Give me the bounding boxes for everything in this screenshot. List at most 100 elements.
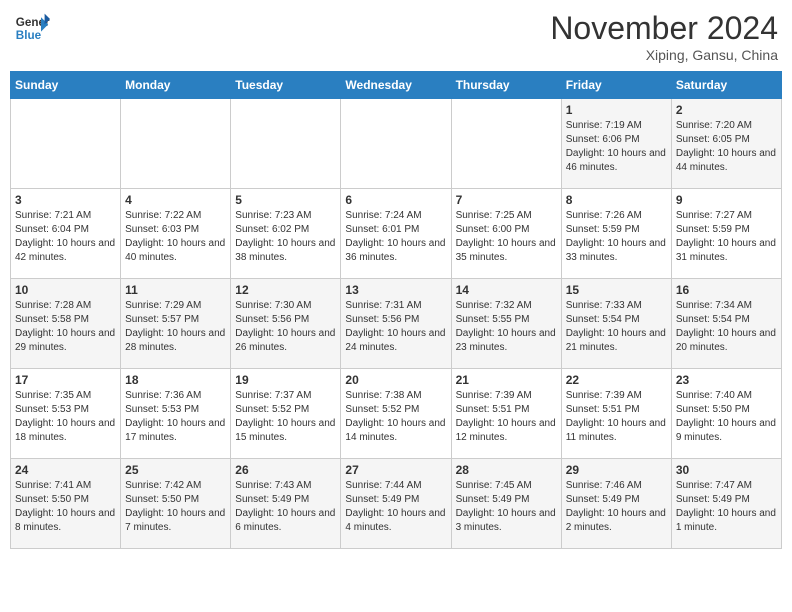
calendar-cell: 19Sunrise: 7:37 AM Sunset: 5:52 PM Dayli…	[231, 369, 341, 459]
calendar-cell: 5 Sunrise: 7:23 AM Sunset: 6:02 PM Daylig…	[231, 189, 341, 279]
day-info: Sunrise: 7:41 AM Sunset: 5:50 PM Dayligh…	[15, 479, 116, 535]
day-number: 9	[676, 193, 777, 207]
calendar-cell: 25 Sunrise: 7:42 AM Sunset: 5:50 PM Dayli…	[121, 459, 231, 549]
day-number: 22	[566, 373, 667, 387]
day-info: Sunrise: 7:30 AM Sunset: 5:56 PM Dayligh…	[235, 299, 336, 355]
day-number: 8	[566, 193, 667, 207]
calendar-week-row: 1 Sunrise: 7:19 AM Sunset: 6:06 PM Daylig…	[11, 99, 782, 189]
day-info: Sunrise: 7:39 AM Sunset: 5:51 PM Dayligh…	[456, 389, 557, 445]
day-number: 16	[676, 283, 777, 297]
calendar-cell: 3 Sunrise: 7:21 AM Sunset: 6:04 PM Daylig…	[11, 189, 121, 279]
day-number: 29	[566, 463, 667, 477]
day-info: Sunrise: 7:40 AM Sunset: 5:50 PM Dayligh…	[676, 389, 777, 445]
calendar-cell: 17Sunrise: 7:35 AM Sunset: 5:53 PM Dayli…	[11, 369, 121, 459]
calendar-cell: 24 Sunrise: 7:41 AM Sunset: 5:50 PM Dayli…	[11, 459, 121, 549]
calendar-cell	[341, 99, 451, 189]
day-info: Sunrise: 7:25 AM Sunset: 6:00 PM Dayligh…	[456, 209, 557, 265]
day-of-week-header: Sunday	[11, 72, 121, 99]
day-number: 5	[235, 193, 336, 207]
calendar-cell: 13 Sunrise: 7:31 AM Sunset: 5:56 PM Dayli…	[341, 279, 451, 369]
calendar-week-row: 3 Sunrise: 7:21 AM Sunset: 6:04 PM Daylig…	[11, 189, 782, 279]
day-number: 24	[15, 463, 116, 477]
day-of-week-header: Saturday	[671, 72, 781, 99]
day-number: 6	[345, 193, 446, 207]
day-number: 14	[456, 283, 557, 297]
day-of-week-header: Friday	[561, 72, 671, 99]
day-number: 3	[15, 193, 116, 207]
day-info: Sunrise: 7:22 AM Sunset: 6:03 PM Dayligh…	[125, 209, 226, 265]
day-info: Sunrise: 7:33 AM Sunset: 5:54 PM Dayligh…	[566, 299, 667, 355]
calendar-cell	[121, 99, 231, 189]
calendar-cell: 22 Sunrise: 7:39 AM Sunset: 5:51 PM Dayli…	[561, 369, 671, 459]
day-info: Sunrise: 7:32 AM Sunset: 5:55 PM Dayligh…	[456, 299, 557, 355]
day-number: 18	[125, 373, 226, 387]
day-info: Sunrise: 7:44 AM Sunset: 5:49 PM Dayligh…	[345, 479, 446, 535]
calendar-cell: 20 Sunrise: 7:38 AM Sunset: 5:52 PM Dayli…	[341, 369, 451, 459]
day-number: 4	[125, 193, 226, 207]
day-number: 2	[676, 103, 777, 117]
logo-icon: General Blue	[14, 10, 50, 46]
calendar-header-row: SundayMondayTuesdayWednesdayThursdayFrid…	[11, 72, 782, 99]
day-of-week-header: Thursday	[451, 72, 561, 99]
calendar-cell: 28 Sunrise: 7:45 AM Sunset: 5:49 PM Dayli…	[451, 459, 561, 549]
day-number: 23	[676, 373, 777, 387]
day-info: Sunrise: 7:19 AM Sunset: 6:06 PM Dayligh…	[566, 119, 667, 175]
calendar-cell: 30Sunrise: 7:47 AM Sunset: 5:49 PM Dayli…	[671, 459, 781, 549]
day-info: Sunrise: 7:27 AM Sunset: 5:59 PM Dayligh…	[676, 209, 777, 265]
calendar-table: SundayMondayTuesdayWednesdayThursdayFrid…	[10, 71, 782, 549]
location: Xiping, Gansu, China	[550, 47, 778, 63]
calendar-week-row: 10Sunrise: 7:28 AM Sunset: 5:58 PM Dayli…	[11, 279, 782, 369]
day-info: Sunrise: 7:35 AM Sunset: 5:53 PM Dayligh…	[15, 389, 116, 445]
calendar-cell: 1 Sunrise: 7:19 AM Sunset: 6:06 PM Daylig…	[561, 99, 671, 189]
calendar-cell: 21 Sunrise: 7:39 AM Sunset: 5:51 PM Dayli…	[451, 369, 561, 459]
day-info: Sunrise: 7:42 AM Sunset: 5:50 PM Dayligh…	[125, 479, 226, 535]
calendar-body: 1 Sunrise: 7:19 AM Sunset: 6:06 PM Daylig…	[11, 99, 782, 549]
calendar-cell: 7 Sunrise: 7:25 AM Sunset: 6:00 PM Daylig…	[451, 189, 561, 279]
calendar-cell: 15 Sunrise: 7:33 AM Sunset: 5:54 PM Dayli…	[561, 279, 671, 369]
calendar-cell: 12Sunrise: 7:30 AM Sunset: 5:56 PM Dayli…	[231, 279, 341, 369]
day-info: Sunrise: 7:26 AM Sunset: 5:59 PM Dayligh…	[566, 209, 667, 265]
day-info: Sunrise: 7:45 AM Sunset: 5:49 PM Dayligh…	[456, 479, 557, 535]
calendar-week-row: 24 Sunrise: 7:41 AM Sunset: 5:50 PM Dayli…	[11, 459, 782, 549]
calendar-cell: 6Sunrise: 7:24 AM Sunset: 6:01 PM Daylig…	[341, 189, 451, 279]
day-info: Sunrise: 7:37 AM Sunset: 5:52 PM Dayligh…	[235, 389, 336, 445]
day-number: 28	[456, 463, 557, 477]
calendar-cell: 10Sunrise: 7:28 AM Sunset: 5:58 PM Dayli…	[11, 279, 121, 369]
day-info: Sunrise: 7:34 AM Sunset: 5:54 PM Dayligh…	[676, 299, 777, 355]
calendar-cell: 11Sunrise: 7:29 AM Sunset: 5:57 PM Dayli…	[121, 279, 231, 369]
day-info: Sunrise: 7:21 AM Sunset: 6:04 PM Dayligh…	[15, 209, 116, 265]
day-number: 30	[676, 463, 777, 477]
day-info: Sunrise: 7:39 AM Sunset: 5:51 PM Dayligh…	[566, 389, 667, 445]
day-info: Sunrise: 7:23 AM Sunset: 6:02 PM Dayligh…	[235, 209, 336, 265]
calendar-cell: 2 Sunrise: 7:20 AM Sunset: 6:05 PM Daylig…	[671, 99, 781, 189]
day-number: 1	[566, 103, 667, 117]
day-info: Sunrise: 7:29 AM Sunset: 5:57 PM Dayligh…	[125, 299, 226, 355]
calendar-cell	[231, 99, 341, 189]
day-number: 20	[345, 373, 446, 387]
day-info: Sunrise: 7:38 AM Sunset: 5:52 PM Dayligh…	[345, 389, 446, 445]
day-number: 13	[345, 283, 446, 297]
day-number: 26	[235, 463, 336, 477]
calendar-cell: 23 Sunrise: 7:40 AM Sunset: 5:50 PM Dayli…	[671, 369, 781, 459]
calendar-cell: 9 Sunrise: 7:27 AM Sunset: 5:59 PM Daylig…	[671, 189, 781, 279]
day-of-week-header: Wednesday	[341, 72, 451, 99]
day-of-week-header: Monday	[121, 72, 231, 99]
page-header: General Blue November 2024 Xiping, Gansu…	[10, 10, 782, 63]
day-info: Sunrise: 7:43 AM Sunset: 5:49 PM Dayligh…	[235, 479, 336, 535]
calendar-cell: 29Sunrise: 7:46 AM Sunset: 5:49 PM Dayli…	[561, 459, 671, 549]
day-number: 25	[125, 463, 226, 477]
day-number: 7	[456, 193, 557, 207]
day-info: Sunrise: 7:31 AM Sunset: 5:56 PM Dayligh…	[345, 299, 446, 355]
day-number: 15	[566, 283, 667, 297]
day-number: 27	[345, 463, 446, 477]
month-title: November 2024	[550, 10, 778, 47]
calendar-cell: 27 Sunrise: 7:44 AM Sunset: 5:49 PM Dayli…	[341, 459, 451, 549]
day-info: Sunrise: 7:20 AM Sunset: 6:05 PM Dayligh…	[676, 119, 777, 175]
svg-text:Blue: Blue	[16, 29, 42, 42]
calendar-cell	[11, 99, 121, 189]
day-number: 21	[456, 373, 557, 387]
calendar-week-row: 17Sunrise: 7:35 AM Sunset: 5:53 PM Dayli…	[11, 369, 782, 459]
calendar-cell	[451, 99, 561, 189]
day-number: 10	[15, 283, 116, 297]
calendar-cell: 4 Sunrise: 7:22 AM Sunset: 6:03 PM Daylig…	[121, 189, 231, 279]
